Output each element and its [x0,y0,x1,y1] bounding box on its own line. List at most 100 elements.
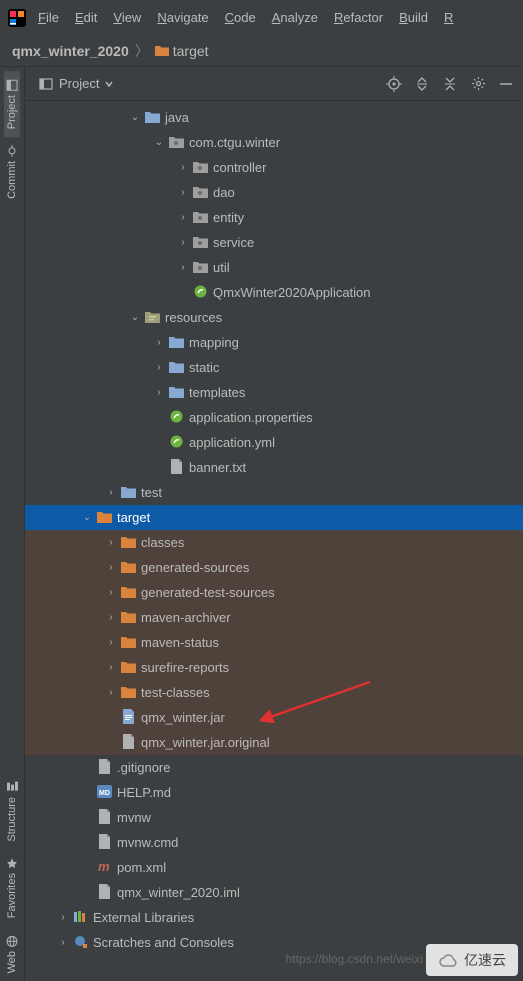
tree-label: dao [213,185,235,200]
watermark-text: https://blog.csdn.net/weixi [286,952,423,966]
tree-node--gitignore[interactable]: ·.gitignore [25,755,523,780]
folder-pkg-icon [191,185,209,201]
file-jar-icon [119,709,137,727]
breadcrumb-project[interactable]: qmx_winter_2020 [12,43,129,59]
tree-node-generated-sources[interactable]: ›generated-sources [25,555,523,580]
chevron-right-icon[interactable]: › [103,537,119,548]
tree-node-service[interactable]: ›service [25,230,523,255]
tree-node-generated-test-sources[interactable]: ›generated-test-sources [25,580,523,605]
menu-file[interactable]: File [30,6,67,29]
project-panel-header: Project [25,67,523,101]
tree-label: HELP.md [117,785,171,800]
tree-node-com-ctgu-winter[interactable]: ⌄com.ctgu.winter [25,130,523,155]
tree-node-maven-archiver[interactable]: ›maven-archiver [25,605,523,630]
chevron-right-icon[interactable]: › [103,687,119,698]
tree-node-test-classes[interactable]: ›test-classes [25,680,523,705]
menu-refactor[interactable]: Refactor [326,6,391,29]
chevron-right-icon[interactable]: › [151,387,167,398]
tree-node-resources[interactable]: ⌄resources [25,305,523,330]
gear-icon[interactable] [469,75,487,93]
chevron-right-icon[interactable]: › [103,487,119,498]
chevron-right-icon[interactable]: › [103,637,119,648]
tree-node-target[interactable]: ⌄ target [25,505,523,530]
tree-label: mapping [189,335,239,350]
tree-label: maven-status [141,635,219,650]
folder-orange-icon [119,585,137,601]
menu-navigate[interactable]: Navigate [149,6,216,29]
project-tree[interactable]: ⌄java⌄com.ctgu.winter › controller › dao ›ent… [25,101,523,981]
folder-orange-icon [95,510,113,526]
tree-node-qmx-winter-jar[interactable]: ·qmx_winter.jar [25,705,523,730]
chevron-right-icon[interactable]: › [175,237,191,248]
folder-pkg-icon [191,260,209,276]
menu-build[interactable]: Build [391,6,436,29]
breadcrumb: qmx_winter_2020 〉 target [0,35,523,67]
tree-label: target [117,510,150,525]
tool-tab-web[interactable]: Web [4,927,20,981]
menu-code[interactable]: Code [217,6,264,29]
tree-node-help-md[interactable]: ·MDHELP.md [25,780,523,805]
menu-view[interactable]: View [105,6,149,29]
tree-node-entity[interactable]: ›entity [25,205,523,230]
tool-tab-structure[interactable]: Structure [4,773,20,850]
tree-node-mvnw-cmd[interactable]: ·mvnw.cmd [25,830,523,855]
tree-label: application.yml [189,435,275,450]
tree-node-mvnw[interactable]: ·mvnw [25,805,523,830]
folder-pkg-icon [167,135,185,151]
tree-node-templates[interactable]: › templates [25,380,523,405]
breadcrumb-folder[interactable]: target [173,43,209,59]
tree-node-application-yml[interactable]: ·application.yml [25,430,523,455]
tree-label: templates [189,385,245,400]
chevron-down-icon[interactable]: ⌄ [151,137,167,148]
project-view-selector[interactable]: Project [33,74,119,93]
tree-node-controller[interactable]: › controller [25,155,523,180]
tree-node-static[interactable]: ›static [25,355,523,380]
tree-node-qmx-winter-2020-iml[interactable]: ·qmx_winter_2020.iml [25,880,523,905]
tree-node-application-properties[interactable]: ·application.properties [25,405,523,430]
folder-res-icon [143,310,161,326]
tree-node-mapping[interactable]: › mapping [25,330,523,355]
chevron-down-icon[interactable]: ⌄ [127,312,143,323]
chevron-right-icon[interactable]: › [175,262,191,273]
chevron-right-icon[interactable]: › [175,187,191,198]
chevron-right-icon[interactable]: › [103,587,119,598]
chevron-right-icon[interactable]: › [55,937,71,948]
tree-label: mvnw [117,810,151,825]
tree-node-util[interactable]: ›util [25,255,523,280]
file-md-icon: MD [95,785,113,801]
tree-node-pom-xml[interactable]: ·mpom.xml [25,855,523,880]
tree-node-classes[interactable]: ›classes [25,530,523,555]
tree-node-java[interactable]: ⌄java [25,105,523,130]
chevron-right-icon[interactable]: › [175,162,191,173]
locate-icon[interactable] [385,75,403,93]
tree-label: controller [213,160,266,175]
tool-tab-commit[interactable]: Commit [4,137,20,207]
tree-node-dao[interactable]: › dao [25,180,523,205]
tree-node-qmx-winter-jar-original[interactable]: ·qmx_winter.jar.original [25,730,523,755]
chevron-right-icon[interactable]: › [103,562,119,573]
chevron-down-icon [105,80,113,88]
chevron-right-icon[interactable]: › [103,612,119,623]
tree-node-test[interactable]: ›test [25,480,523,505]
menu-r[interactable]: R [436,6,461,29]
tool-tab-project[interactable]: Project [4,71,20,137]
tool-tab-favorites[interactable]: Favorites [4,849,20,926]
menu-edit[interactable]: Edit [67,6,105,29]
tree-node-qmxwinter2020application[interactable]: ·QmxWinter2020Application [25,280,523,305]
tree-node-surefire-reports[interactable]: ›surefire-reports [25,655,523,680]
hide-icon[interactable] [497,75,515,93]
collapse-all-icon[interactable] [441,75,459,93]
chevron-down-icon[interactable]: ⌄ [127,112,143,123]
menu-analyze[interactable]: Analyze [264,6,326,29]
expand-all-icon[interactable] [413,75,431,93]
chevron-right-icon[interactable]: › [55,912,71,923]
file-generic-icon [95,809,113,827]
chevron-right-icon[interactable]: › [151,362,167,373]
chevron-down-icon[interactable]: ⌄ [79,512,95,523]
tree-node-maven-status[interactable]: › maven-status [25,630,523,655]
chevron-right-icon[interactable]: › [103,662,119,673]
tree-node-external-libraries[interactable]: ›External Libraries [25,905,523,930]
chevron-right-icon[interactable]: › [151,337,167,348]
chevron-right-icon[interactable]: › [175,212,191,223]
tree-node-banner-txt[interactable]: ·banner.txt [25,455,523,480]
